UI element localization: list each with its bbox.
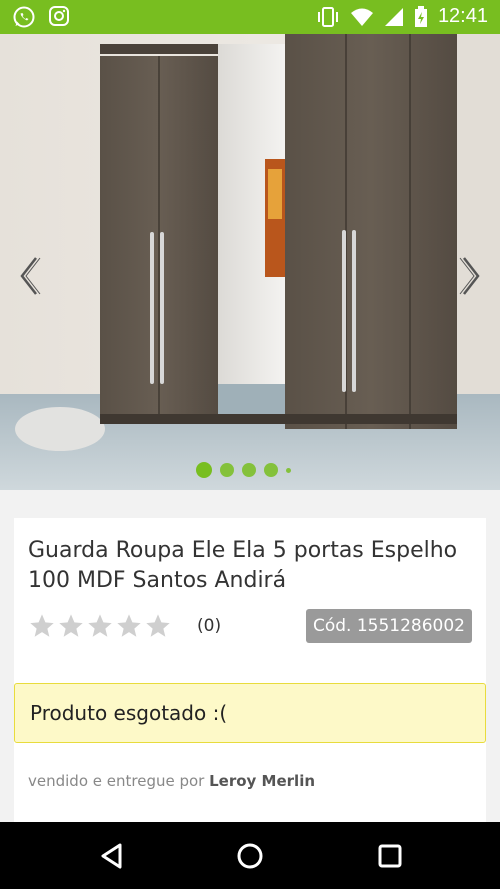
- star-icon: [30, 614, 54, 637]
- whatsapp-icon: [12, 5, 36, 29]
- slide-indicator: [196, 462, 291, 478]
- home-icon[interactable]: [234, 840, 266, 872]
- stock-message: Produto esgotado :(: [30, 701, 228, 725]
- status-notifications: [12, 5, 70, 29]
- sku-badge: Cód. 1551286002: [305, 609, 472, 643]
- wifi-icon: [350, 6, 374, 28]
- rating-count[interactable]: (0): [197, 616, 221, 636]
- back-icon[interactable]: [96, 840, 128, 872]
- star-icon: [88, 614, 112, 637]
- out-of-stock-notice: Produto esgotado :(: [14, 683, 486, 743]
- product-image: [0, 34, 500, 490]
- seller-prefix: vendido e entregue por: [28, 772, 205, 790]
- seller-name: Leroy Merlin: [209, 772, 316, 790]
- status-bar: 12:41: [0, 0, 500, 34]
- product-card: Guarda Roupa Ele Ela 5 portas Espelho 10…: [14, 518, 486, 822]
- seller-info: vendido e entregue por Leroy Merlin: [28, 772, 315, 790]
- recents-icon[interactable]: [374, 840, 406, 872]
- status-system: 12:41: [316, 5, 488, 28]
- slide-dot-4[interactable]: [264, 463, 278, 477]
- star-icon: [117, 614, 141, 637]
- rating-stars[interactable]: [28, 612, 172, 640]
- system-nav-bar: [0, 822, 500, 889]
- vibrate-icon: [316, 6, 340, 28]
- clock: 12:41: [437, 5, 488, 27]
- product-title: Guarda Roupa Ele Ela 5 portas Espelho 10…: [28, 538, 458, 593]
- chevron-right-icon[interactable]: [456, 254, 486, 298]
- slide-dot-2[interactable]: [220, 463, 234, 477]
- chevron-left-icon[interactable]: [14, 254, 44, 298]
- signal-icon: [384, 6, 404, 28]
- star-icon: [59, 614, 83, 637]
- slide-dot-3[interactable]: [242, 463, 256, 477]
- instagram-icon: [48, 5, 70, 29]
- slide-dot-5[interactable]: [286, 467, 291, 473]
- product-image-gallery[interactable]: [0, 34, 500, 490]
- battery-icon: [414, 5, 428, 28]
- star-icon: [146, 614, 170, 637]
- slide-dot-1[interactable]: [196, 462, 212, 478]
